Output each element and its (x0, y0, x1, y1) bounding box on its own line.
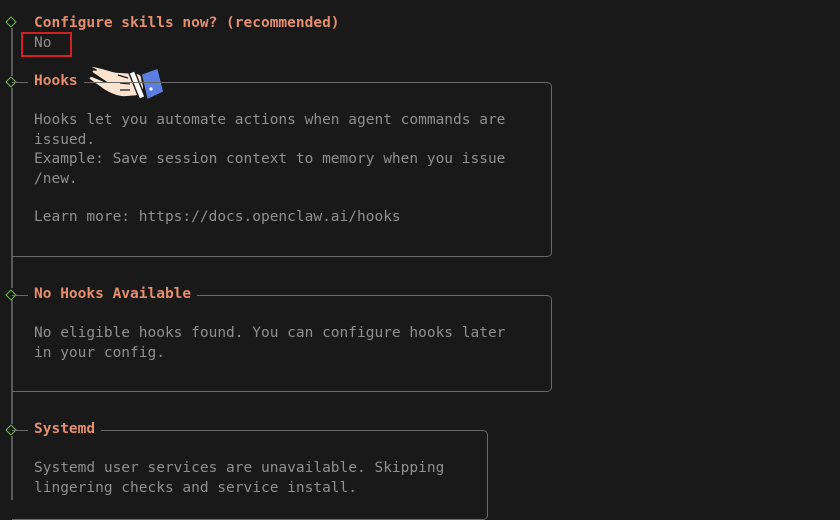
hooks-panel: Hooks (12, 73, 552, 257)
no-hooks-line: in your config. (34, 344, 165, 361)
systemd-title: Systemd (28, 421, 102, 437)
hooks-line: Hooks let you automate actions when agen… (34, 112, 506, 128)
hooks-line: Example: Save session context to memory … (34, 151, 506, 167)
progress-rail (11, 28, 13, 76)
step-diamond-icon (5, 16, 17, 28)
hooks-title: Hooks (28, 73, 84, 89)
systemd-line: lingering checks and service install. (34, 479, 358, 496)
hooks-line: /new. (34, 170, 78, 187)
hooks-line: issued. (34, 131, 96, 148)
answer-highlight-box (21, 32, 72, 57)
no-hooks-title: No Hooks Available (28, 286, 198, 302)
hooks-learn-more-link[interactable]: Learn more: https://docs.openclaw.ai/hoo… (34, 208, 401, 228)
systemd-line: Systemd user services are unavailable. S… (34, 460, 445, 476)
skills-question: Configure skills now? (recommended) (34, 15, 340, 31)
no-hooks-line: No eligible hooks found. You can configu… (34, 325, 506, 341)
